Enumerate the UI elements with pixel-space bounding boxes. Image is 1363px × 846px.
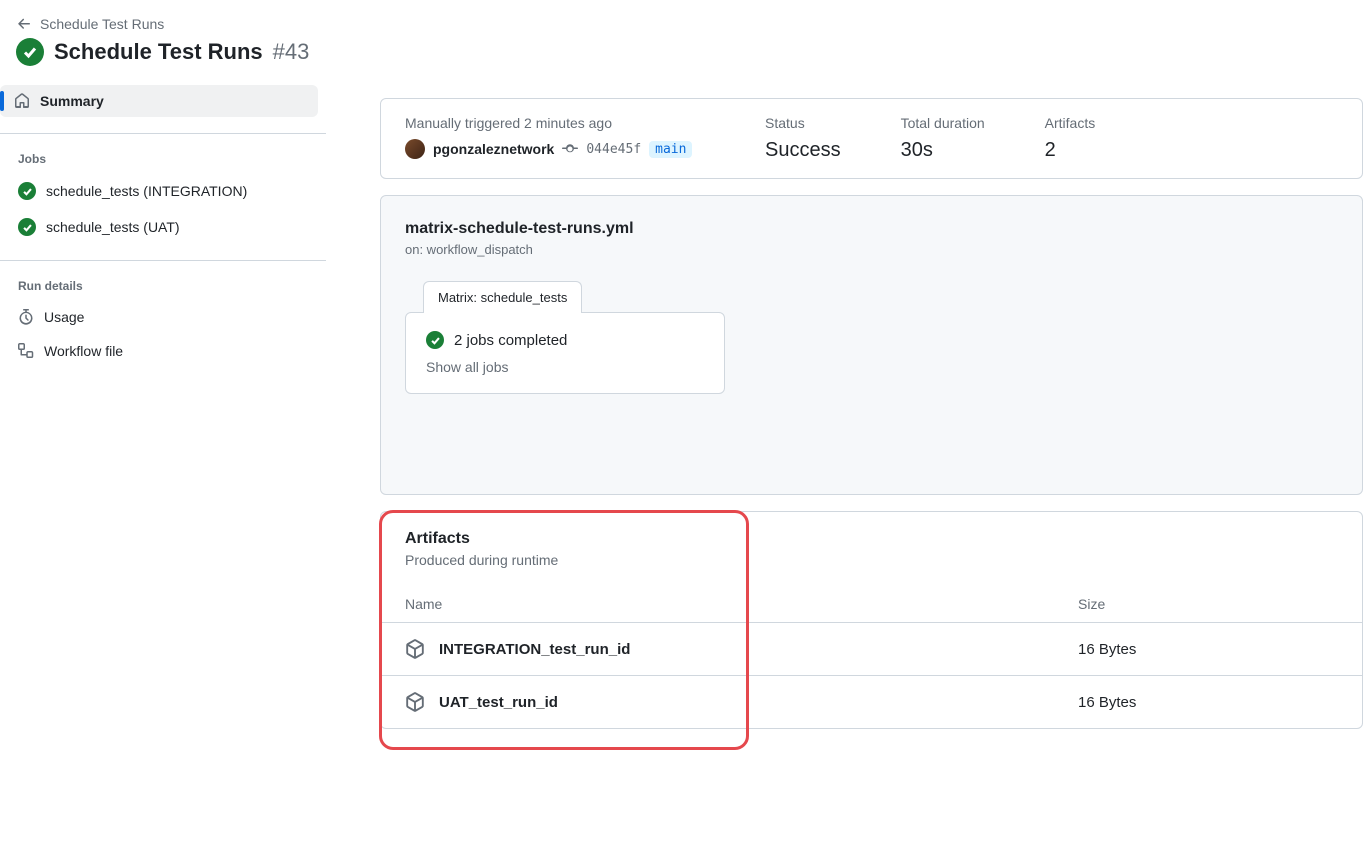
breadcrumb-parent-link[interactable]: Schedule Test Runs bbox=[40, 16, 164, 32]
run-number: #43 bbox=[273, 39, 310, 65]
duration-value: 30s bbox=[901, 139, 985, 162]
artifact-name: UAT_test_run_id bbox=[439, 694, 558, 711]
artifacts-count-label: Artifacts bbox=[1045, 115, 1096, 131]
sidebar-item-summary[interactable]: Summary bbox=[0, 85, 318, 117]
page-title: Schedule Test Runs bbox=[54, 39, 263, 65]
sidebar-job-integration[interactable]: schedule_tests (INTEGRATION) bbox=[0, 174, 318, 208]
workflow-graph-card: matrix-schedule-test-runs.yml on: workfl… bbox=[380, 195, 1363, 495]
jobs-heading: Jobs bbox=[0, 144, 326, 172]
package-icon bbox=[405, 692, 425, 712]
home-icon bbox=[14, 93, 30, 109]
artifacts-title: Artifacts bbox=[405, 530, 1338, 548]
workflow-file-icon bbox=[18, 343, 34, 359]
show-all-jobs-link[interactable]: Show all jobs bbox=[426, 359, 704, 375]
back-arrow-icon[interactable] bbox=[16, 16, 32, 32]
actor-link[interactable]: pgonzaleznetwork bbox=[433, 141, 554, 157]
matrix-card[interactable]: 2 jobs completed Show all jobs bbox=[405, 312, 725, 394]
package-icon bbox=[405, 639, 425, 659]
sidebar-item-usage[interactable]: Usage bbox=[0, 301, 318, 333]
run-summary-card: Manually triggered 2 minutes ago pgonzal… bbox=[380, 98, 1363, 179]
sidebar-item-label: Workflow file bbox=[44, 343, 123, 359]
status-value: Success bbox=[765, 139, 841, 162]
sidebar-item-label: Summary bbox=[40, 93, 104, 109]
avatar[interactable] bbox=[405, 139, 425, 159]
branch-badge[interactable]: main bbox=[649, 141, 692, 158]
run-header: Schedule Test Runs Schedule Test Runs #4… bbox=[0, 0, 1363, 82]
success-icon bbox=[18, 218, 36, 236]
artifacts-count-value[interactable]: 2 bbox=[1045, 139, 1096, 162]
sidebar-item-label: Usage bbox=[44, 309, 84, 325]
artifacts-col-size: Size bbox=[1078, 596, 1338, 612]
commit-sha-link[interactable]: 044e45f bbox=[586, 142, 641, 157]
stopwatch-icon bbox=[18, 309, 34, 325]
status-label: Status bbox=[765, 115, 841, 131]
run-details-heading: Run details bbox=[0, 271, 326, 299]
sidebar-job-uat[interactable]: schedule_tests (UAT) bbox=[0, 210, 318, 244]
workflow-filename: matrix-schedule-test-runs.yml bbox=[405, 220, 1338, 238]
commit-icon bbox=[562, 141, 578, 157]
success-icon bbox=[18, 182, 36, 200]
artifact-row[interactable]: INTEGRATION_test_run_id 16 Bytes bbox=[381, 622, 1362, 675]
trigger-text: Manually triggered 2 minutes ago bbox=[405, 115, 705, 131]
artifact-size: 16 Bytes bbox=[1078, 694, 1338, 711]
artifacts-card: Artifacts Produced during runtime Name S… bbox=[380, 511, 1363, 729]
artifact-name: INTEGRATION_test_run_id bbox=[439, 641, 630, 658]
artifacts-col-name: Name bbox=[405, 596, 1078, 612]
breadcrumb: Schedule Test Runs bbox=[16, 16, 1347, 32]
matrix-tab[interactable]: Matrix: schedule_tests bbox=[423, 281, 582, 313]
sidebar: Summary Jobs schedule_tests (INTEGRATION… bbox=[0, 82, 326, 753]
artifact-row[interactable]: UAT_test_run_id 16 Bytes bbox=[381, 675, 1362, 728]
artifact-size: 16 Bytes bbox=[1078, 641, 1338, 658]
success-icon bbox=[16, 38, 44, 66]
sidebar-item-label: schedule_tests (INTEGRATION) bbox=[46, 183, 247, 199]
sidebar-item-workflow-file[interactable]: Workflow file bbox=[0, 335, 318, 367]
duration-label: Total duration bbox=[901, 115, 985, 131]
main-content: Manually triggered 2 minutes ago pgonzal… bbox=[326, 82, 1363, 753]
artifacts-subtitle: Produced during runtime bbox=[405, 552, 1338, 568]
sidebar-item-label: schedule_tests (UAT) bbox=[46, 219, 180, 235]
workflow-trigger: on: workflow_dispatch bbox=[405, 242, 1338, 257]
success-icon bbox=[426, 331, 444, 349]
matrix-status-text: 2 jobs completed bbox=[454, 332, 567, 349]
